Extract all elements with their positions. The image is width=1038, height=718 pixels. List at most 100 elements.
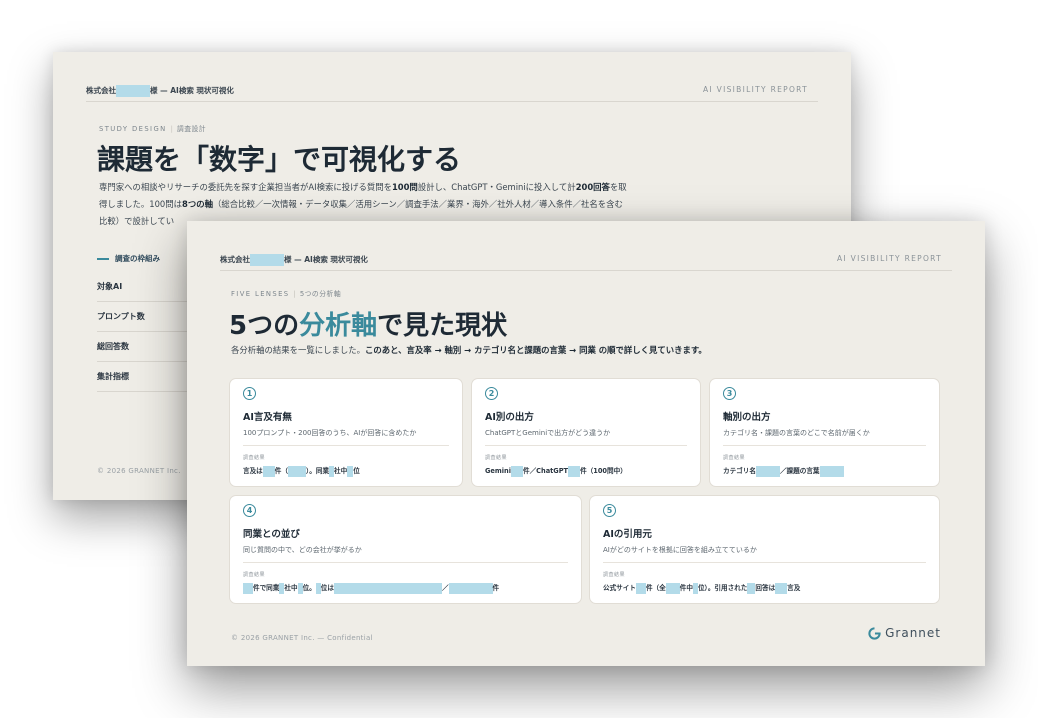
redaction-block (287, 465, 306, 477)
redaction-block (243, 582, 253, 594)
result-text: カテゴリ名 (723, 467, 756, 475)
result-text: 位 (353, 467, 360, 475)
front-slide: 株式会社様 — AI検索 現状可視化 AI VISIBILITY REPORT … (187, 221, 985, 666)
desc-text: 比較）で設計してい (99, 216, 175, 226)
redaction-block (510, 465, 523, 477)
header-client: 株式会社 様 — AI検索 現状可視化 (220, 254, 368, 266)
slide-title: 課題を「数字」で可視化する (97, 143, 462, 176)
header-subtitle: 様 — AI検索 現状可視化 (284, 255, 368, 264)
card-divider (603, 562, 926, 563)
redaction-block (448, 582, 493, 594)
desc-text: 設計し、ChatGPT・Geminiに投入して計 (417, 182, 576, 192)
copyright: © 2026 GRANNET Inc. (97, 467, 181, 475)
redaction-block (775, 582, 788, 594)
desc-text: 各分析軸の結果を一覧にしました。 (231, 345, 365, 355)
brand-logo-text: Grannet (885, 626, 941, 640)
card-divider (485, 445, 687, 446)
card-subtitle: カテゴリ名・課題の言葉のどこで名前が届くか (723, 429, 870, 437)
result-text: 回答は (755, 584, 776, 592)
frame-row-label: プロンプト数 (97, 312, 145, 321)
card-divider (723, 445, 926, 446)
result-value: Gemini 件／ChatGPT 件（100問中） (485, 465, 627, 477)
desc-text: （総合比較／一次情報・データ収集／活用シーン／調査手法／業界・海外／社外人材／導… (212, 199, 623, 209)
lens-card-1: 1 AI言及有無 100プロンプト・200回答のうち、AIが回答に含めたか 調査… (229, 378, 463, 487)
result-label: 調査結果 (243, 455, 266, 461)
result-value: カテゴリ名 ／課題の言葉 (723, 465, 844, 477)
result-text: 件で同業 (253, 584, 280, 592)
card-number: 1 (243, 387, 256, 400)
result-text: 位は (320, 584, 334, 592)
result-text: 件（100問中） (580, 467, 627, 475)
redaction-block (116, 85, 150, 97)
result-label: 調査結果 (243, 572, 266, 578)
lens-card-5: 5 AIの引用元 AIがどのサイトを根拠に回答を組み立てているか 調査結果 公式… (589, 495, 940, 604)
frame-row-label: 集計指標 (97, 372, 129, 381)
card-subtitle: 同じ質問の中で、どの会社が挙がるか (243, 546, 362, 554)
eyebrow-ja: 5つの分析軸 (299, 290, 342, 298)
result-label: 調査結果 (723, 455, 746, 461)
title-accent: 分析軸 (299, 311, 378, 341)
redaction-block (819, 465, 844, 477)
header-report-name: AI VISIBILITY REPORT (837, 254, 942, 263)
card-subtitle: ChatGPTとGeminiで出方がどう違うか (485, 429, 611, 437)
result-text: 言及は (243, 467, 263, 475)
result-text: 件中 (679, 584, 693, 592)
result-text: 社中 (284, 584, 298, 592)
card-title: AI言及有無 (243, 412, 292, 423)
header-company-prefix: 株式会社 (220, 255, 250, 264)
header-company-prefix: 株式会社 (86, 86, 116, 95)
card-subtitle: AIがどのサイトを根拠に回答を組み立てているか (603, 546, 757, 554)
card-title: AIの引用元 (603, 529, 652, 540)
section-eyebrow: STUDY DESIGN | 調査設計 (99, 125, 207, 133)
eyebrow-en: FIVE LENSES (231, 290, 290, 298)
title-text: 5つの (229, 311, 300, 341)
copyright: © 2026 GRANNET Inc. — Confidential (231, 634, 373, 642)
slide-header: 株式会社 様 — AI検索 現状可視化 AI VISIBILITY REPORT (220, 250, 952, 271)
result-label: 調査結果 (485, 455, 508, 461)
frame-label: 調査の枠組み (97, 253, 160, 264)
lens-card-3: 3 軸別の出方 カテゴリ名・課題の言葉のどこで名前が届くか 調査結果 カテゴリ名… (709, 378, 940, 487)
result-text: 件（全 (645, 584, 666, 592)
frame-label-text: 調査の枠組み (115, 254, 160, 263)
frame-row-label: 総回答数 (97, 342, 129, 351)
desc-text: 得しました。100問は (99, 199, 182, 209)
eyebrow-en: STUDY DESIGN (99, 125, 167, 133)
card-number: 5 (603, 504, 616, 517)
result-text: 件／ChatGPT (522, 467, 569, 475)
accent-bar (97, 258, 109, 260)
card-title: 同業との並び (243, 529, 300, 540)
slide-title: 5つの分析軸で見た現状 (229, 305, 507, 342)
card-divider (243, 445, 449, 446)
card-number: 2 (485, 387, 498, 400)
card-title: AI別の出方 (485, 412, 534, 423)
result-text: Gemini (485, 467, 511, 475)
header-subtitle: 様 — AI検索 現状可視化 (150, 86, 234, 95)
frame-row-label: 対象AI (97, 282, 123, 291)
desc-text: 専門家への相談やリサーチの委託先を探す企業担当者がAI検索に投げる質問を (99, 182, 392, 192)
redaction-block (568, 465, 581, 477)
result-text: ）。同業 (305, 467, 330, 475)
card-number: 3 (723, 387, 736, 400)
redaction-block (333, 582, 442, 594)
result-text: 言及 (787, 584, 801, 592)
desc-text: を取 (609, 182, 627, 192)
desc-strong: 8つの軸 (182, 199, 213, 209)
result-text: 位。 (302, 584, 316, 592)
card-title: 軸別の出方 (723, 412, 771, 423)
result-text: ／ (441, 584, 449, 592)
header-client: 株式会社 様 — AI検索 現状可視化 (86, 85, 234, 97)
result-value: 件で同業 社中 位。 位は ／ 件 (243, 582, 499, 594)
redaction-block (635, 582, 646, 594)
header-report-name: AI VISIBILITY REPORT (703, 85, 808, 94)
title-text: で見た現状 (377, 311, 508, 341)
redaction-block (262, 465, 275, 477)
card-number: 4 (243, 504, 256, 517)
eyebrow-ja: 調査設計 (176, 125, 207, 133)
result-text: ／課題の言葉 (779, 467, 820, 475)
section-eyebrow: FIVE LENSES | 5つの分析軸 (231, 290, 342, 298)
result-text: 社中 (334, 467, 348, 475)
lens-card-2: 2 AI別の出方 ChatGPTとGeminiで出方がどう違うか 調査結果 Ge… (471, 378, 701, 487)
result-value: 言及は 件（ ）。同業 社中位 (243, 465, 360, 477)
slide-description: 各分析軸の結果を一覧にしました。このあと、言及率 → 軸別 → カテゴリ名と課題… (231, 343, 707, 357)
slide-header: 株式会社 様 — AI検索 現状可視化 AI VISIBILITY REPORT (86, 81, 818, 102)
